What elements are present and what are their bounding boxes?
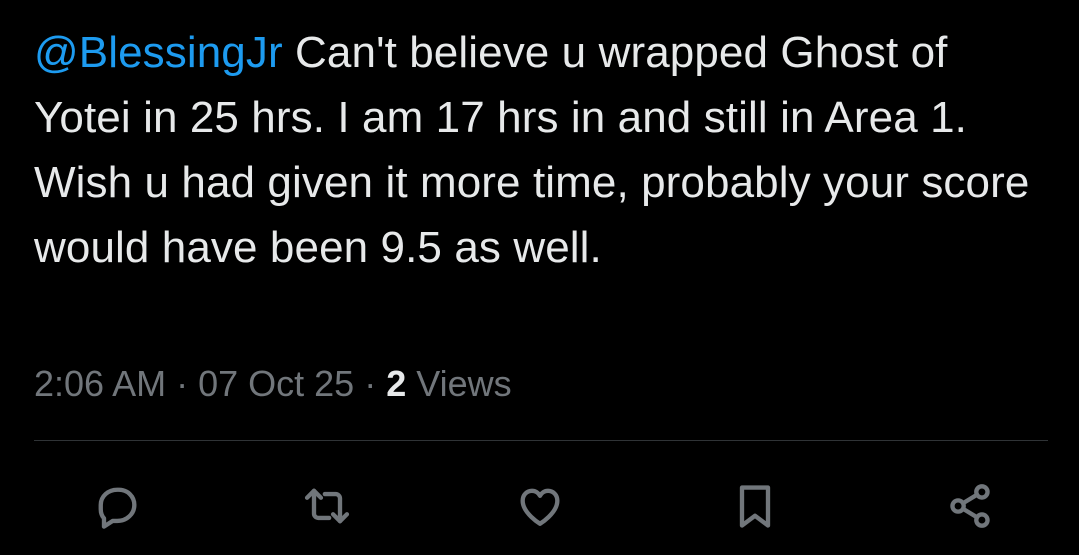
heart-icon — [520, 488, 560, 526]
tweet-time[interactable]: 2:06 AM — [34, 363, 166, 404]
speech-bubble-icon — [98, 487, 137, 529]
like-button[interactable] — [512, 478, 568, 534]
mention-link[interactable]: @BlessingJr — [34, 28, 283, 77]
tweet-text: @BlessingJr Can't believe u wrapped Ghos… — [34, 20, 1044, 280]
meta-separator: · — [354, 363, 387, 404]
share-nodes-icon — [950, 484, 990, 528]
views-label: Views — [406, 363, 512, 404]
tweet-date[interactable]: 07 Oct 25 — [198, 363, 354, 404]
reply-button[interactable] — [89, 478, 145, 534]
views-count: 2 — [386, 363, 407, 404]
meta-separator: · — [166, 363, 199, 404]
share-button[interactable] — [942, 478, 998, 534]
divider — [34, 440, 1048, 441]
bookmark-button[interactable] — [727, 478, 783, 534]
tweet-meta: 2:06 AM · 07 Oct 25 · 2 Views — [34, 360, 512, 408]
action-bar — [0, 478, 1079, 534]
bookmark-icon — [739, 485, 771, 528]
repost-button[interactable] — [299, 478, 355, 534]
repost-arrows-icon — [304, 488, 350, 524]
